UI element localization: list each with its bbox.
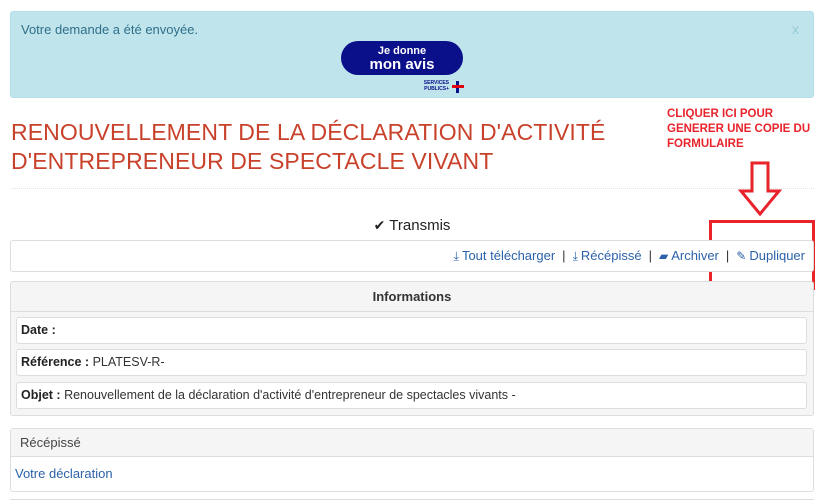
action-label: Récépissé (580, 248, 642, 263)
status-label: Transmis (389, 217, 451, 234)
logo-text: SERVICES PUBLICS+ (423, 80, 449, 92)
page-title: RENOUVELLEMENT DE LA DÉCLARATION D'ACTIV… (11, 119, 606, 174)
success-alert: Votre demande a été envoyée. x Je donne … (10, 11, 814, 98)
flag-icon (452, 81, 464, 93)
close-icon[interactable]: x (792, 21, 799, 37)
folder-icon: ▰ (658, 249, 669, 263)
reference-value: PLATESV-R- (92, 355, 165, 369)
check-icon: ✔ (373, 217, 386, 233)
reference-label: Référence : (21, 355, 90, 369)
declaration-link[interactable]: Votre déclaration (11, 466, 813, 481)
feedback-line1: Je donne (377, 45, 427, 57)
pencil-icon: ✎ (736, 249, 747, 263)
archive-link[interactable]: ▰ Archiver (659, 248, 719, 263)
recepisse-panel: Récépissé Votre déclaration (10, 428, 814, 492)
feedback-line2: mon avis (369, 56, 435, 73)
action-label: Tout télécharger (461, 248, 556, 263)
recepisse-link[interactable]: ⤓ Récépissé (573, 248, 642, 263)
separator: | (562, 248, 566, 263)
annotation-text: CLIQUER ICI POUR GENERER UNE COPIE DU FO… (667, 108, 811, 150)
panel-heading: Récépissé (11, 429, 813, 457)
download-icon: ⤓ (453, 249, 459, 263)
objet-value: Renouvellement de la déclaration d'activ… (64, 388, 516, 402)
objet-field: Objet : Renouvellement de la déclaration… (16, 382, 807, 409)
action-label: Archiver (671, 248, 719, 263)
download-all-link[interactable]: ⤓ Tout télécharger (454, 248, 556, 263)
informations-panel: Informations Date : Référence : PLATESV-… (10, 281, 814, 416)
panel-heading: Informations (11, 282, 813, 312)
arrow-down-icon (738, 161, 782, 217)
divider (10, 499, 814, 500)
divider (11, 188, 814, 189)
date-field: Date : (16, 317, 807, 344)
reference-field: Référence : PLATESV-R- (16, 349, 807, 376)
services-publics-logo: SERVICES PUBLICS+ (415, 80, 475, 96)
objet-label: Objet : (21, 388, 61, 402)
action-label: Dupliquer (749, 248, 805, 263)
download-icon: ⤓ (572, 249, 578, 263)
duplicate-link[interactable]: ✎ Dupliquer (736, 248, 805, 263)
separator: | (648, 248, 652, 263)
date-label: Date : (21, 323, 56, 337)
feedback-button[interactable]: Je donne mon avis (341, 41, 463, 75)
alert-message: Votre demande a été envoyée. (21, 22, 199, 37)
actions-bar: ⤓ Tout télécharger | ⤓ Récépissé | ▰ Archiver | ✎… (10, 240, 814, 272)
status-indicator: ✔ Transmis (0, 217, 824, 234)
separator: | (725, 248, 730, 263)
